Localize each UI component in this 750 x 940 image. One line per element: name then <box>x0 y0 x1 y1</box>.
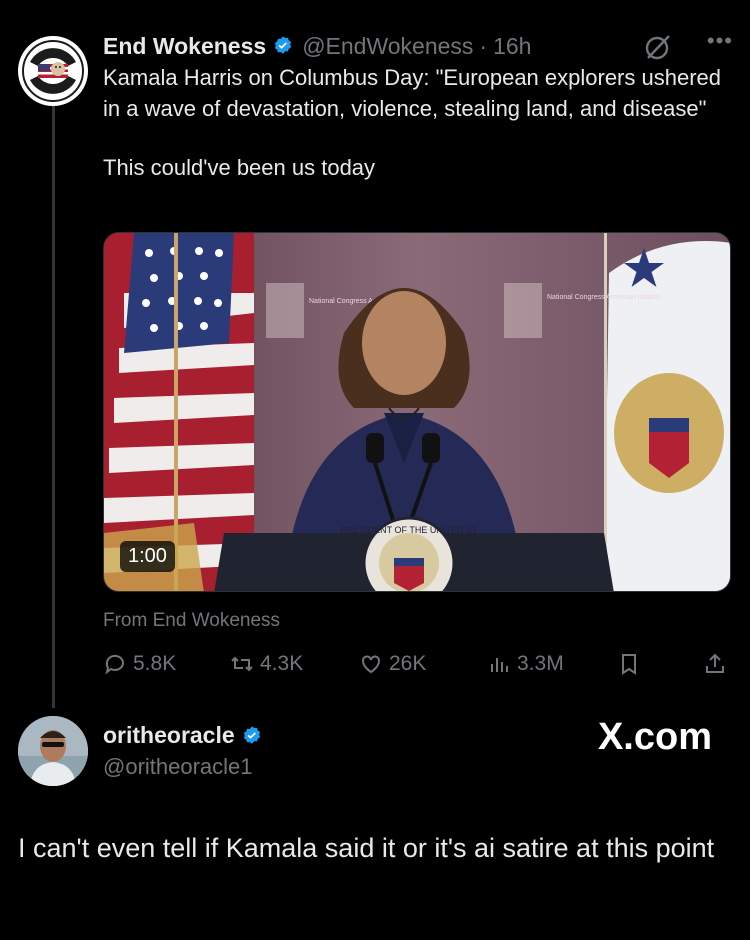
bookmark-button[interactable] <box>617 646 647 682</box>
share-button[interactable] <box>703 646 733 682</box>
verified-badge-icon <box>275 36 292 54</box>
tweet-text: Kamala Harris on Columbus Day: "European… <box>103 62 733 183</box>
reply-icon <box>105 654 124 675</box>
grok-icon[interactable] <box>643 32 673 62</box>
more-options-icon[interactable]: ••• <box>707 28 733 54</box>
thread-connector-line <box>52 100 55 708</box>
reply-avatar-photo <box>18 716 88 786</box>
views-button[interactable]: 3.3M <box>487 646 564 682</box>
video-thumbnail: National Congress American Indians Natio… <box>104 233 730 591</box>
bookmark-icon <box>622 654 636 675</box>
author-name[interactable]: End Wokeness <box>103 33 266 60</box>
media-source-label[interactable]: From End Wokeness <box>103 610 280 632</box>
repost-count: 4.3K <box>260 652 304 675</box>
view-count: 3.3M <box>517 652 564 675</box>
verified-badge-icon <box>243 725 260 744</box>
video-duration-badge: 1:00 <box>120 541 175 572</box>
tweet-action-bar: 5.8K 4.3K 26K 3.3M <box>103 646 733 682</box>
repost-button[interactable]: 4.3K <box>230 646 303 682</box>
reply-text: I can't even tell if Kamala said it or i… <box>18 833 715 863</box>
like-count: 26K <box>389 652 427 675</box>
time-separator: · <box>479 32 488 59</box>
repost-icon <box>231 656 253 672</box>
reply-button[interactable]: 5.8K <box>103 646 176 682</box>
tweet-text-quote: Kamala Harris on Columbus Day: "European… <box>103 65 721 121</box>
share-icon <box>706 653 724 673</box>
backdrop-text-right: National Congress American Indians <box>547 294 661 301</box>
reply-count: 5.8K <box>133 652 177 675</box>
reply-author-handle[interactable]: @oritheoracle1 <box>103 754 253 780</box>
views-icon <box>491 658 508 672</box>
podium-seal-text: PRESIDENT OF THE UNITED ST <box>341 525 478 535</box>
reply-author-avatar[interactable] <box>18 716 88 786</box>
heart-icon <box>362 655 380 674</box>
author-avatar[interactable] <box>18 36 88 106</box>
support-former-things-logo-icon <box>19 37 87 105</box>
like-button[interactable]: 26K <box>359 646 426 682</box>
reply-author-name[interactable]: oritheoracle <box>103 722 235 749</box>
x-brand-logo: X.com <box>597 716 712 758</box>
author-handle[interactable]: @EndWokeness <box>302 33 473 60</box>
tweet-text-comment: This could've been us today <box>103 155 376 180</box>
video-player[interactable]: National Congress American Indians Natio… <box>103 232 731 592</box>
tweet-timestamp[interactable]: 16h <box>493 33 531 60</box>
